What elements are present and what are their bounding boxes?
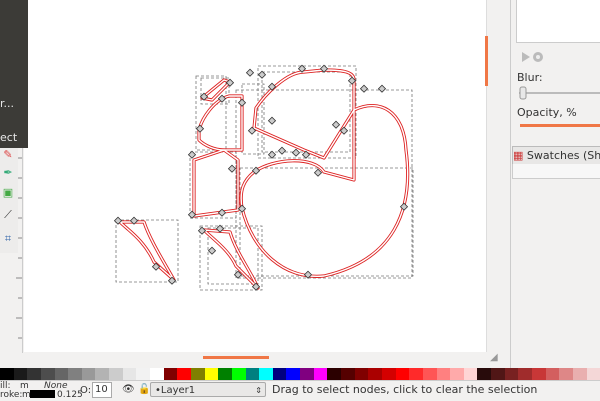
drawing-svg xyxy=(113,64,414,291)
preview-area xyxy=(516,0,600,43)
palette-swatch[interactable] xyxy=(313,368,328,380)
palette-swatch[interactable] xyxy=(68,368,82,380)
horizontal-scrollbar[interactable] xyxy=(203,356,269,359)
palette-swatch[interactable] xyxy=(190,368,205,380)
palette-swatch[interactable] xyxy=(354,368,369,380)
calligraphy-tool-icon[interactable]: ✒ xyxy=(1,166,15,180)
drawing-canvas[interactable] xyxy=(24,0,486,352)
palette-swatch[interactable] xyxy=(54,368,69,380)
toolbox: ✎ ✒ ▣ ⟋ ⌗ xyxy=(0,148,18,253)
eye-icon[interactable]: 👁 xyxy=(122,384,135,395)
palette-swatch[interactable] xyxy=(204,368,219,380)
swatches-panel xyxy=(512,164,600,179)
stroke-label: roke: xyxy=(0,390,23,400)
blur-slider-handle[interactable] xyxy=(519,86,527,100)
palette-swatch[interactable] xyxy=(572,368,587,380)
opacity-short-label: O: xyxy=(80,385,92,396)
palette-swatch[interactable] xyxy=(300,368,314,380)
palette-swatch[interactable] xyxy=(381,368,396,380)
paint-bucket-icon[interactable]: ▣ xyxy=(1,186,15,200)
palette-swatch[interactable] xyxy=(436,368,451,380)
stroke-swatch[interactable] xyxy=(30,390,55,398)
swatches-icon: ▦ xyxy=(513,149,524,162)
palette-swatch[interactable] xyxy=(559,368,573,380)
opacity-slider[interactable] xyxy=(520,124,600,127)
palette-swatch[interactable] xyxy=(327,368,342,380)
palette-swatch[interactable] xyxy=(27,368,41,380)
canvas-right-margin xyxy=(486,0,501,352)
palette-swatch[interactable] xyxy=(272,368,287,380)
blur-label: Blur: xyxy=(517,71,543,84)
palette-swatch[interactable] xyxy=(409,368,423,380)
palette-swatch[interactable] xyxy=(95,368,110,380)
palette-swatch[interactable] xyxy=(463,368,478,380)
color-palette xyxy=(0,368,600,380)
palette-swatch[interactable] xyxy=(245,368,260,380)
vertical-scrollbar[interactable] xyxy=(485,36,488,86)
palette-swatch[interactable] xyxy=(491,368,505,380)
palette-swatch[interactable] xyxy=(81,368,96,380)
palette-swatch[interactable] xyxy=(477,368,492,380)
palette-swatch[interactable] xyxy=(450,368,464,380)
resize-corner-icon[interactable]: ◢ xyxy=(490,352,498,363)
layer-select[interactable]: •Layer1 ⇕ xyxy=(150,382,266,397)
palette-swatch[interactable] xyxy=(122,368,137,380)
palette-swatch[interactable] xyxy=(286,368,301,380)
menu-item[interactable]: r... xyxy=(0,97,14,110)
blur-slider[interactable] xyxy=(517,86,600,100)
play-controls xyxy=(518,49,558,65)
palette-swatch[interactable] xyxy=(395,368,410,380)
status-message: Drag to select nodes, click to clear the… xyxy=(272,383,538,396)
swatches-tab-label: Swatches (Shift xyxy=(526,149,600,162)
palette-swatch[interactable] xyxy=(13,368,28,380)
chevron-updown-icon: ⇕ xyxy=(255,386,262,395)
palette-swatch[interactable] xyxy=(0,368,14,380)
stroke-width[interactable]: 0.125 xyxy=(57,390,83,400)
swatches-tab[interactable]: ▦ Swatches (Shift xyxy=(512,146,600,166)
palette-swatch[interactable] xyxy=(368,368,382,380)
context-menu: r... ect xyxy=(0,0,28,148)
palette-swatch[interactable] xyxy=(531,368,546,380)
palette-swatch[interactable] xyxy=(177,368,191,380)
palette-swatch[interactable] xyxy=(136,368,151,380)
palette-swatch[interactable] xyxy=(586,368,600,380)
palette-swatch[interactable] xyxy=(504,368,519,380)
palette-swatch[interactable] xyxy=(109,368,123,380)
connector-tool-icon[interactable]: ⌗ xyxy=(1,232,15,246)
palette-swatch[interactable] xyxy=(259,368,273,380)
palette-swatch[interactable] xyxy=(218,368,232,380)
play-icon[interactable] xyxy=(522,52,530,62)
palette-swatch[interactable] xyxy=(422,368,437,380)
palette-swatch[interactable] xyxy=(163,368,178,380)
palette-swatch[interactable] xyxy=(518,368,532,380)
palette-swatch[interactable] xyxy=(150,368,164,380)
stop-icon[interactable] xyxy=(533,52,543,62)
opacity-input[interactable]: 10 xyxy=(92,382,112,398)
layer-name: •Layer1 xyxy=(155,385,196,396)
menu-item[interactable]: ect xyxy=(0,131,17,144)
opacity-label: Opacity, % xyxy=(517,106,577,119)
dropper-icon[interactable]: ⟋ xyxy=(1,208,15,222)
palette-swatch[interactable] xyxy=(545,368,560,380)
palette-swatch[interactable] xyxy=(231,368,246,380)
palette-swatch[interactable] xyxy=(341,368,355,380)
palette-swatch[interactable] xyxy=(40,368,55,380)
lock-icon[interactable]: 🔓 xyxy=(138,384,150,395)
pen-tool-icon[interactable]: ✎ xyxy=(1,148,15,162)
